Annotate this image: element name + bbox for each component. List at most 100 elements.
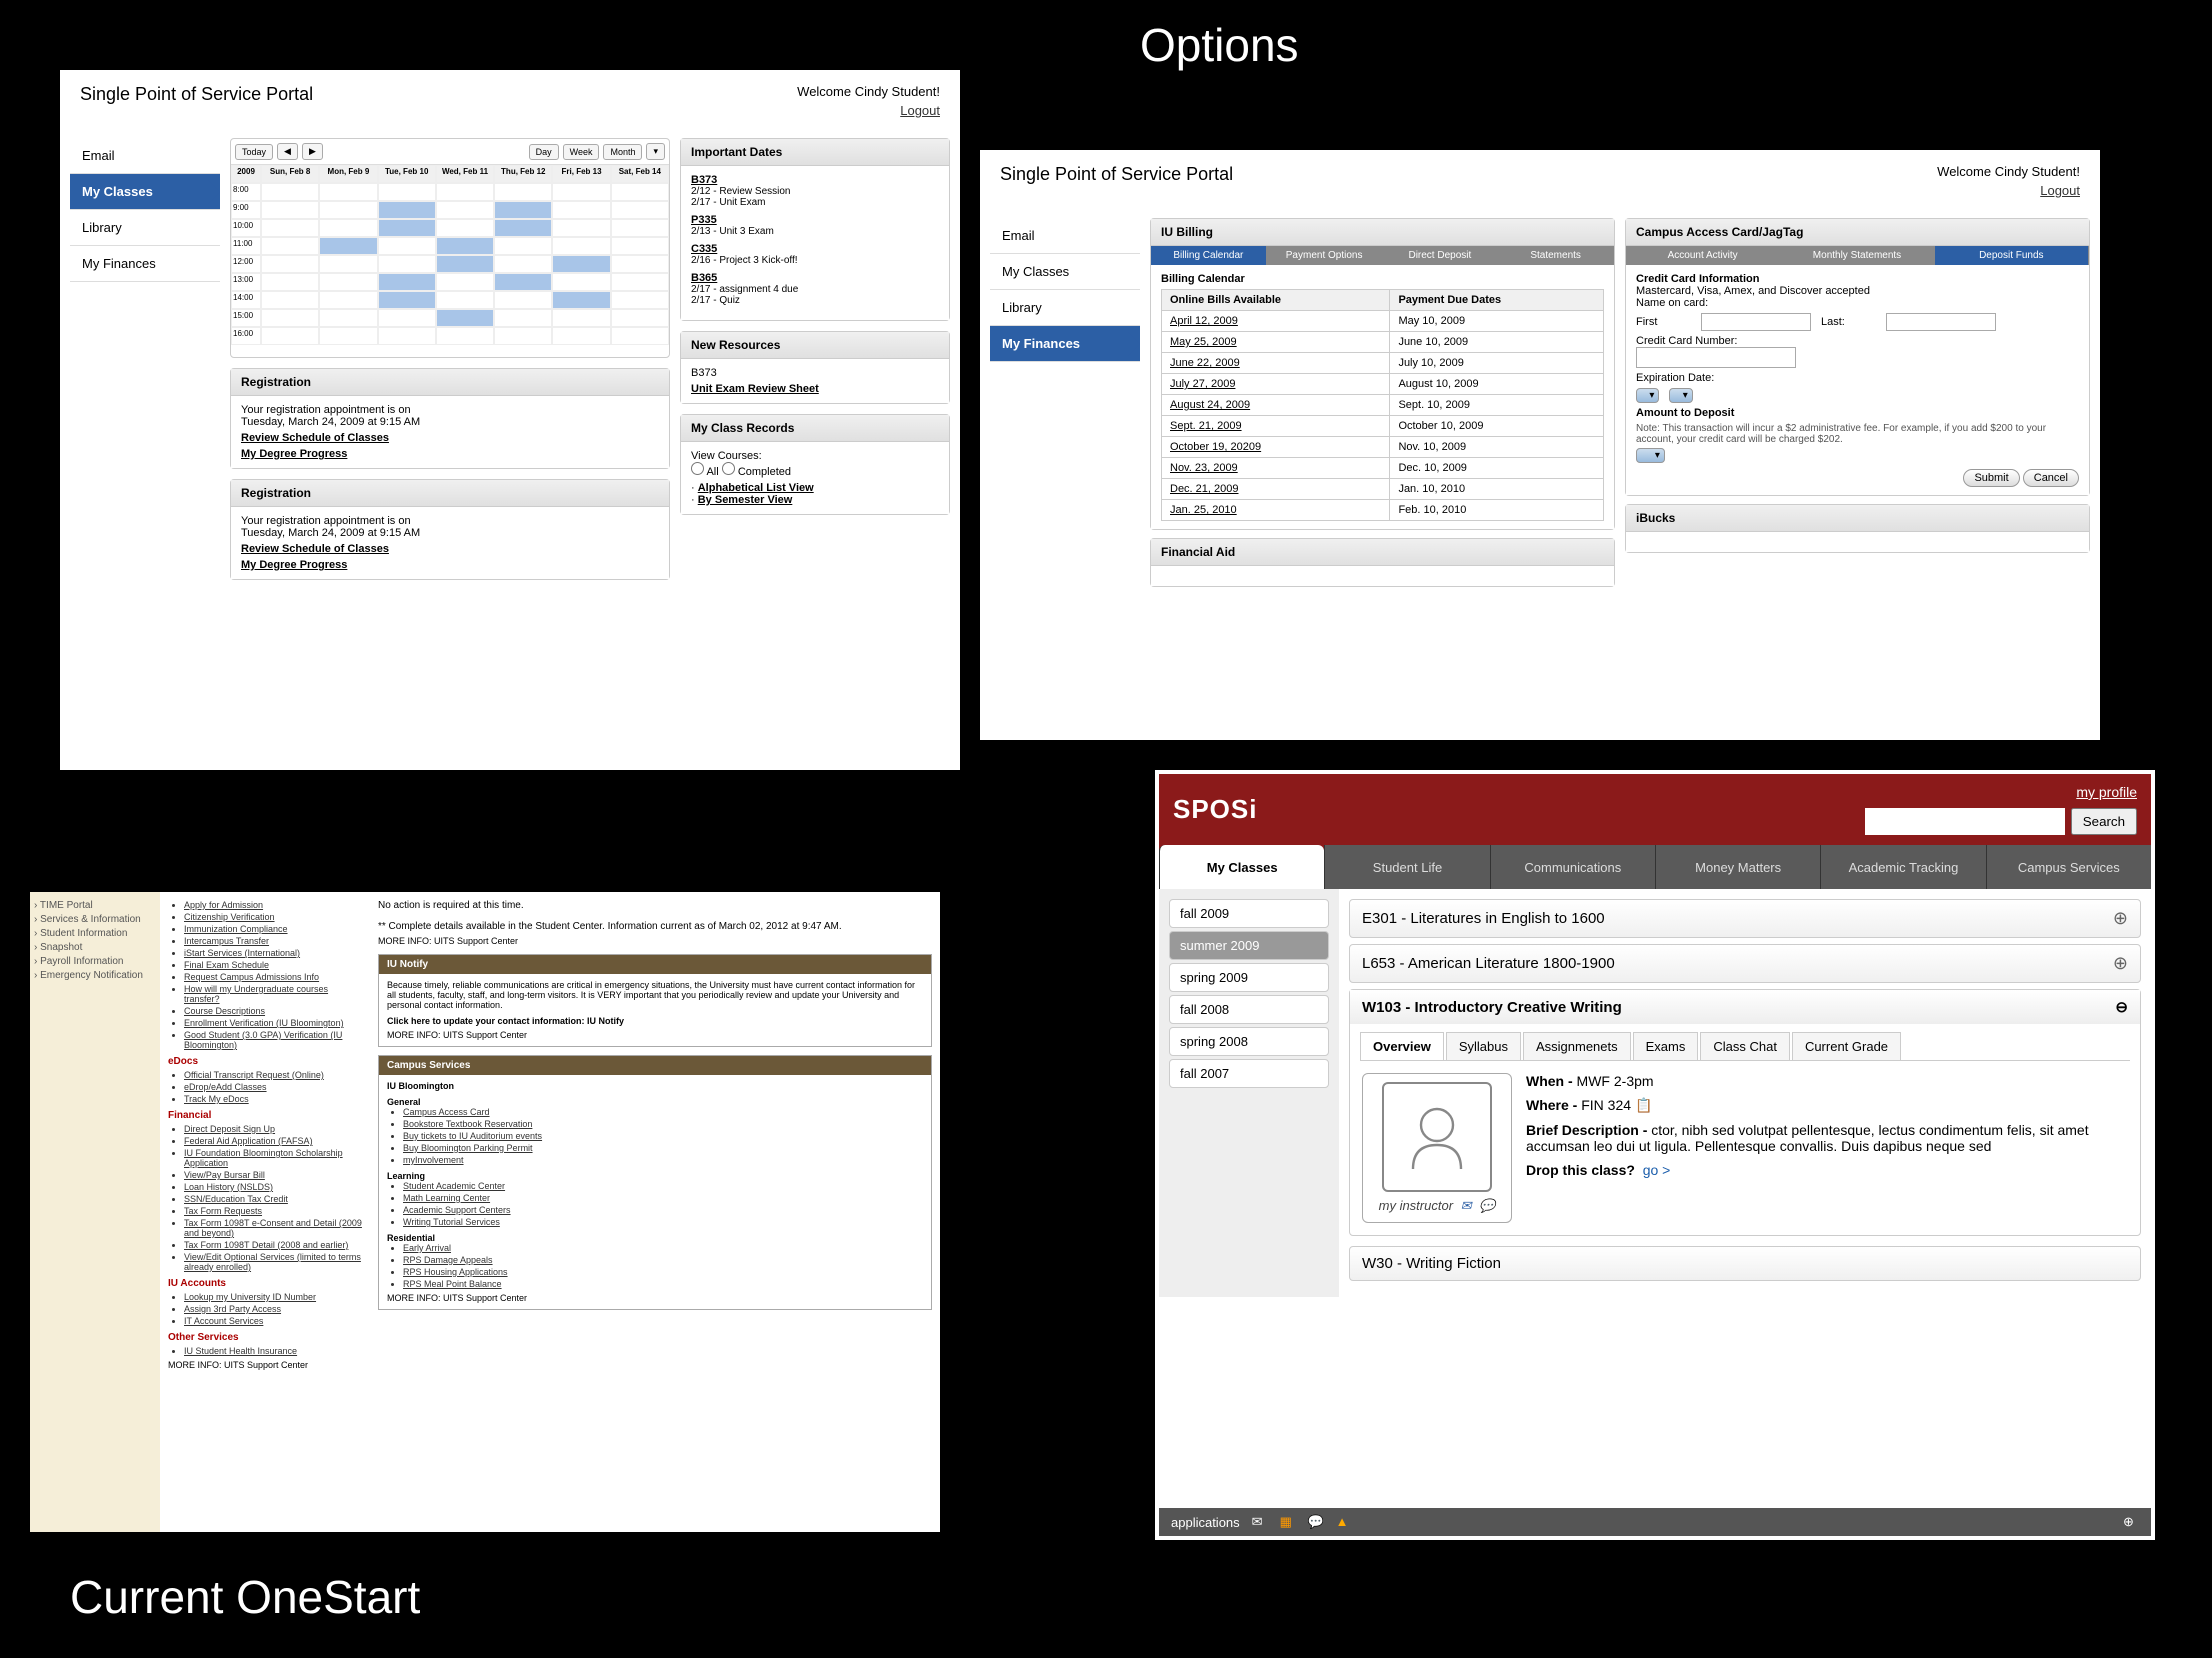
- degree-progress-link[interactable]: My Degree Progress: [241, 448, 659, 460]
- drop-link[interactable]: go >: [1643, 1162, 1671, 1178]
- bill-date[interactable]: Dec. 21, 2009: [1162, 479, 1390, 500]
- campus-link[interactable]: RPS Housing Applications: [403, 1267, 923, 1277]
- campus-link[interactable]: RPS Meal Point Balance: [403, 1279, 923, 1289]
- footer-alert-icon[interactable]: ▲: [1336, 1514, 1352, 1530]
- onestart-nav-item[interactable]: › Payroll Information: [34, 956, 156, 967]
- billing-tab-payment[interactable]: Payment Options: [1267, 246, 1383, 265]
- campus-link[interactable]: Early Arrival: [403, 1243, 923, 1253]
- onestart-nav-item[interactable]: › Student Information: [34, 928, 156, 939]
- calendar-week-view[interactable]: Week: [563, 144, 600, 160]
- bill-date[interactable]: Jan. 25, 2010: [1162, 500, 1390, 521]
- main-tab[interactable]: My Classes: [1159, 845, 1324, 889]
- my-profile-link[interactable]: my profile: [2076, 784, 2137, 800]
- bill-date[interactable]: Nov. 23, 2009: [1162, 458, 1390, 479]
- first-name-input[interactable]: [1701, 313, 1811, 331]
- campus-link[interactable]: Student Academic Center: [403, 1181, 923, 1191]
- billing-tab-calendar[interactable]: Billing Calendar: [1151, 246, 1267, 265]
- nav-library-2[interactable]: Library: [990, 290, 1140, 326]
- campus-link[interactable]: myInvolvement: [403, 1155, 923, 1165]
- more-info-3[interactable]: MORE INFO: UITS Support Center: [387, 1293, 923, 1303]
- onestart-link[interactable]: Good Student (3.0 GPA) Verification (IU …: [184, 1030, 362, 1050]
- submit-button[interactable]: Submit: [1963, 469, 2019, 487]
- nav-email[interactable]: Email: [70, 138, 220, 174]
- card-tab-deposit[interactable]: Deposit Funds: [1935, 246, 2089, 265]
- campus-link[interactable]: RPS Damage Appeals: [403, 1255, 923, 1265]
- onestart-link[interactable]: iStart Services (International): [184, 948, 362, 958]
- onestart-nav-item[interactable]: › TIME Portal: [34, 900, 156, 911]
- footer-chat-icon[interactable]: 💬: [1308, 1514, 1324, 1530]
- bill-date[interactable]: April 12, 2009: [1162, 311, 1390, 332]
- main-tab[interactable]: Campus Services: [1986, 845, 2151, 889]
- campus-link[interactable]: Buy tickets to IU Auditorium events: [403, 1131, 923, 1141]
- onestart-link[interactable]: Citizenship Verification: [184, 912, 362, 922]
- chat-icon[interactable]: 💬: [1479, 1198, 1495, 1213]
- onestart-link[interactable]: Request Campus Admissions Info: [184, 972, 362, 982]
- calendar-today-button[interactable]: Today: [235, 144, 273, 160]
- course-row[interactable]: E301 - Literatures in English to 1600⊕: [1349, 899, 2141, 938]
- onestart-link[interactable]: Enrollment Verification (IU Bloomington): [184, 1018, 362, 1028]
- radio-completed[interactable]: Completed: [722, 466, 791, 478]
- alpha-list-link[interactable]: Alphabetical List View: [698, 482, 814, 494]
- nav-myfinances[interactable]: My Finances: [70, 246, 220, 282]
- amount-select[interactable]: ▾: [1636, 448, 1665, 463]
- radio-all[interactable]: All: [691, 466, 719, 478]
- more-info-mid[interactable]: MORE INFO: UITS Support Center: [168, 1360, 362, 1370]
- course-subtab[interactable]: Assignmenets: [1523, 1032, 1631, 1060]
- term-item[interactable]: fall 2008: [1169, 995, 1329, 1024]
- onestart-link[interactable]: Federal Aid Application (FAFSA): [184, 1136, 362, 1146]
- onestart-link[interactable]: Loan History (NSLDS): [184, 1182, 362, 1192]
- onestart-link[interactable]: Intercampus Transfer: [184, 936, 362, 946]
- onestart-nav-item[interactable]: › Snapshot: [34, 942, 156, 953]
- campus-link[interactable]: Math Learning Center: [403, 1193, 923, 1203]
- onestart-link[interactable]: Track My eDocs: [184, 1094, 362, 1104]
- campus-link[interactable]: Academic Support Centers: [403, 1205, 923, 1215]
- onestart-link[interactable]: IU Student Health Insurance: [184, 1346, 362, 1356]
- course-subtab[interactable]: Current Grade: [1792, 1032, 1901, 1060]
- term-item[interactable]: summer 2009: [1169, 931, 1329, 960]
- more-info-1[interactable]: MORE INFO: UITS Support Center: [378, 936, 932, 946]
- course-subtab[interactable]: Overview: [1360, 1032, 1444, 1060]
- date-course[interactable]: B373: [691, 174, 939, 186]
- onestart-link[interactable]: View/Pay Bursar Bill: [184, 1170, 362, 1180]
- main-tab[interactable]: Academic Tracking: [1820, 845, 1985, 889]
- onestart-nav-item[interactable]: › Services & Information: [34, 914, 156, 925]
- term-item[interactable]: fall 2007: [1169, 1059, 1329, 1088]
- onestart-link[interactable]: View/Edit Optional Services (limited to …: [184, 1252, 362, 1272]
- main-tab[interactable]: Student Life: [1324, 845, 1489, 889]
- nav-email-2[interactable]: Email: [990, 218, 1140, 254]
- onestart-link[interactable]: Final Exam Schedule: [184, 960, 362, 970]
- calendar-month-view[interactable]: Month: [603, 144, 642, 160]
- bill-date[interactable]: June 22, 2009: [1162, 353, 1390, 374]
- onestart-link[interactable]: Assign 3rd Party Access: [184, 1304, 362, 1314]
- date-course[interactable]: B365: [691, 272, 939, 284]
- cc-number-input[interactable]: [1636, 347, 1796, 368]
- course-subtab[interactable]: Class Chat: [1700, 1032, 1790, 1060]
- campus-link[interactable]: Writing Tutorial Services: [403, 1217, 923, 1227]
- billing-tab-statements[interactable]: Statements: [1498, 246, 1614, 265]
- card-tab-statements[interactable]: Monthly Statements: [1780, 246, 1934, 265]
- calendar-dropdown[interactable]: ▾: [646, 143, 665, 160]
- bill-date[interactable]: Sept. 21, 2009: [1162, 416, 1390, 437]
- campus-link[interactable]: Buy Bloomington Parking Permit: [403, 1143, 923, 1153]
- search-input[interactable]: [1865, 808, 2065, 835]
- onestart-link[interactable]: Immunization Compliance: [184, 924, 362, 934]
- course-row[interactable]: L653 - American Literature 1800-1900⊕: [1349, 944, 2141, 983]
- date-course[interactable]: C335: [691, 243, 939, 255]
- term-item[interactable]: fall 2009: [1169, 899, 1329, 928]
- mail-icon[interactable]: ✉: [1461, 1198, 1472, 1213]
- date-course[interactable]: P335: [691, 214, 939, 226]
- onestart-link[interactable]: IU Foundation Bloomington Scholarship Ap…: [184, 1148, 362, 1168]
- nav-myfinances-2[interactable]: My Finances: [990, 326, 1140, 362]
- onestart-link[interactable]: Course Descriptions: [184, 1006, 362, 1016]
- main-tab[interactable]: Communications: [1490, 845, 1655, 889]
- campus-link[interactable]: Bookstore Textbook Reservation: [403, 1119, 923, 1129]
- bill-date[interactable]: August 24, 2009: [1162, 395, 1390, 416]
- review-schedule-link-2[interactable]: Review Schedule of Classes: [241, 543, 659, 555]
- bill-date[interactable]: July 27, 2009: [1162, 374, 1390, 395]
- card-tab-activity[interactable]: Account Activity: [1626, 246, 1780, 265]
- billing-tab-deposit[interactable]: Direct Deposit: [1383, 246, 1499, 265]
- footer-mail-icon[interactable]: ✉: [1252, 1514, 1268, 1530]
- search-button[interactable]: Search: [2071, 808, 2137, 835]
- review-schedule-link[interactable]: Review Schedule of Classes: [241, 432, 659, 444]
- onestart-link[interactable]: How will my Undergraduate courses transf…: [184, 984, 362, 1004]
